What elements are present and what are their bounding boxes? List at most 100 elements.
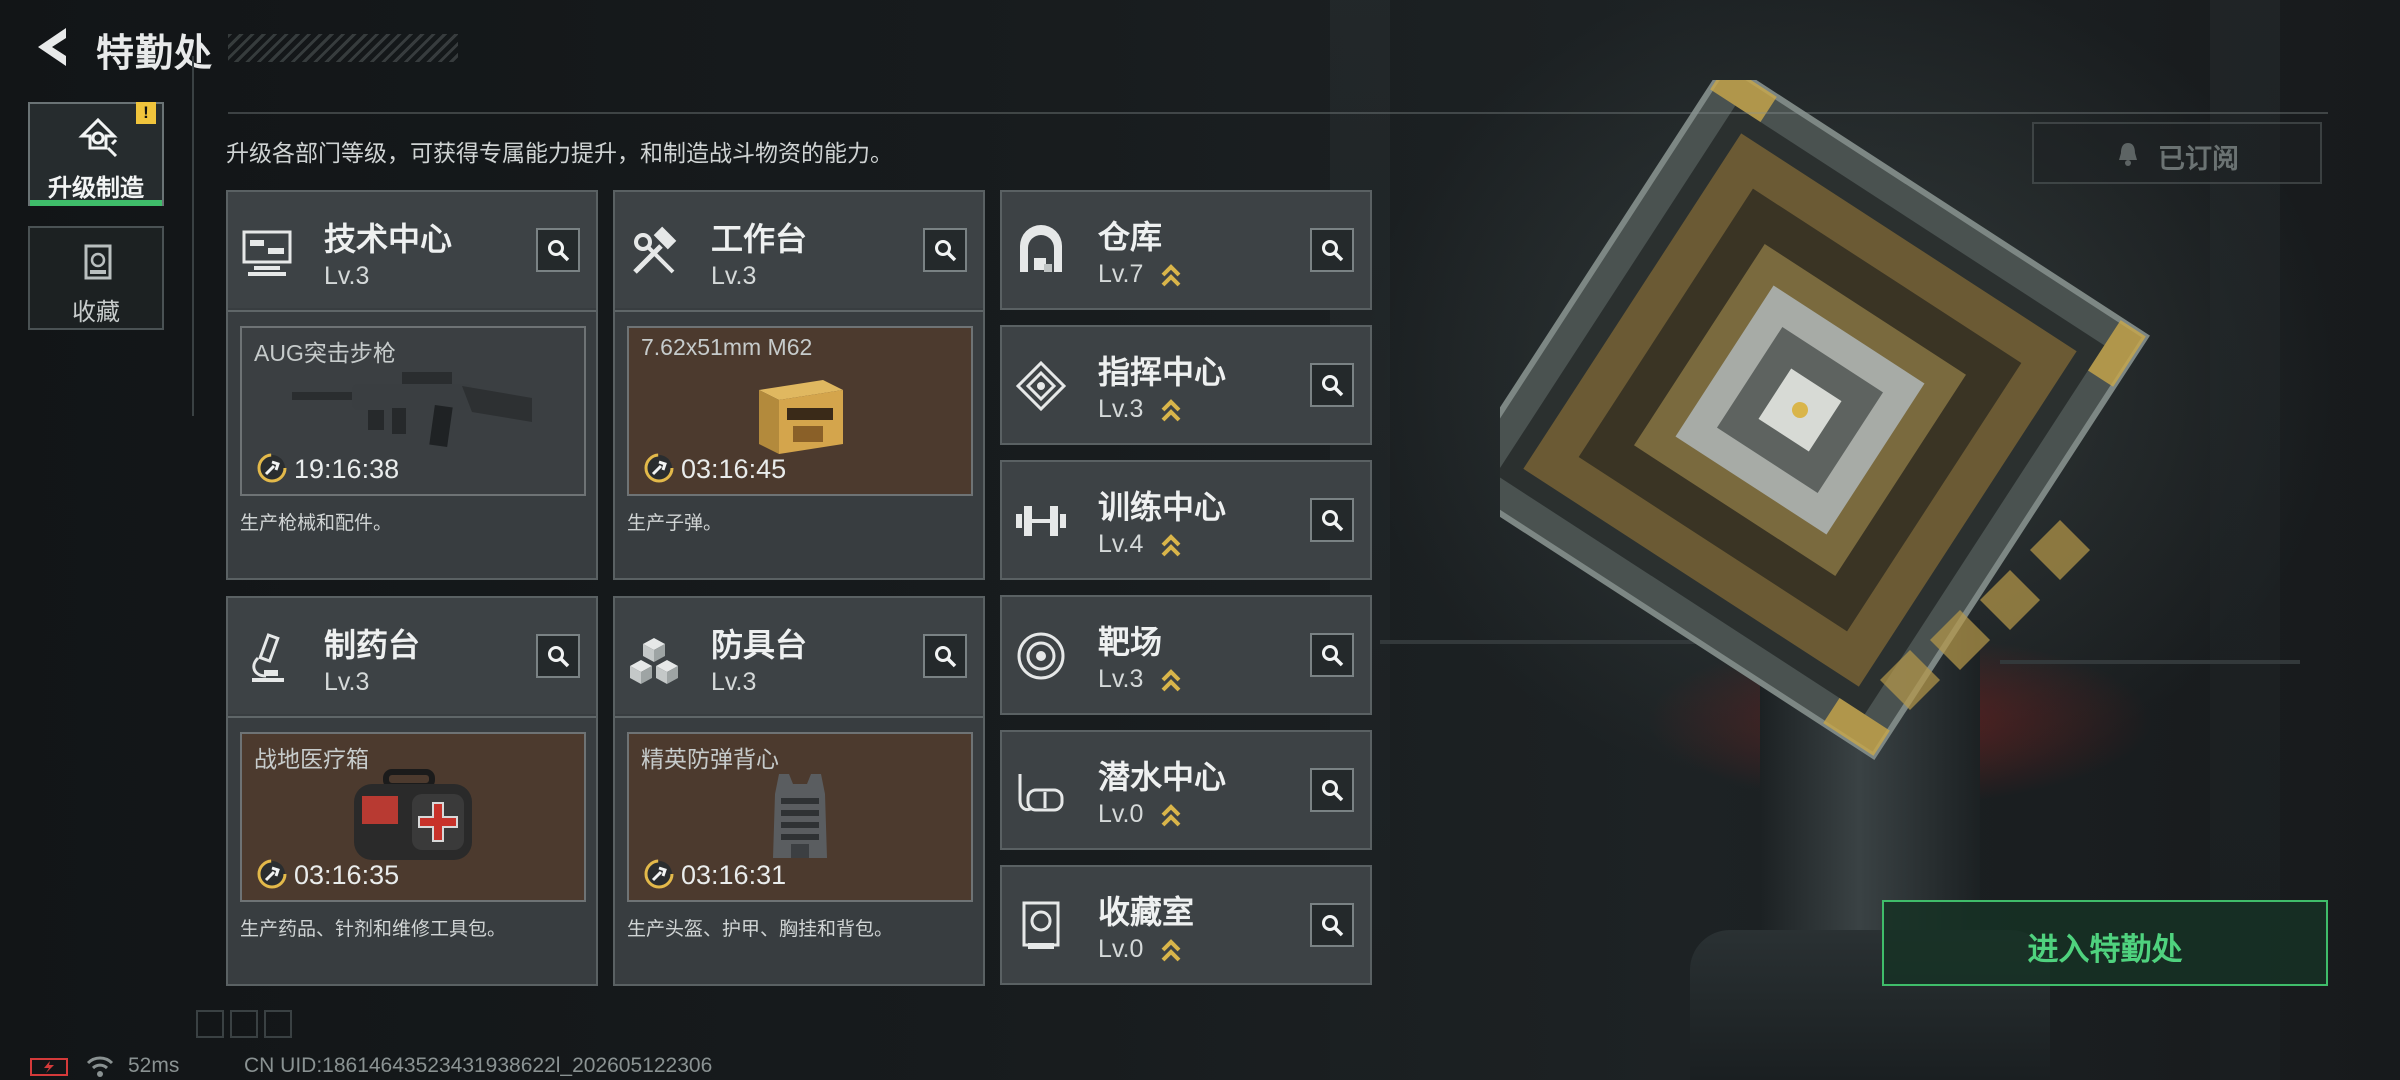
divider [192, 56, 194, 416]
subscribed-label: 已订阅 [2158, 144, 2239, 174]
inspect-button[interactable] [1310, 363, 1354, 407]
computer-icon [242, 230, 292, 276]
clock-wrench-icon [644, 859, 674, 889]
tab-upgrade-craft[interactable]: 升级制造 ! [28, 102, 164, 206]
warehouse-icon [1020, 225, 1062, 272]
upgrade-available-icon [1161, 264, 1181, 287]
production-slot[interactable]: 战地医疗箱 03:16:35 [240, 732, 586, 902]
enter-special-ops-button[interactable]: 进入特勤处 [1882, 900, 2328, 986]
network-latency: 52ms [128, 1054, 180, 1077]
microscope-icon [252, 633, 284, 682]
search-icon [1322, 645, 1344, 667]
facility-card-workbench[interactable]: 工作台 Lv.3 7.62x51mm M62 03:16:45 生产子弹。 [613, 190, 985, 580]
production-timer: 03:16:45 [681, 454, 787, 484]
facility-card-training-center[interactable]: 训练中心 Lv.4 [1000, 460, 1372, 580]
search-icon [1322, 375, 1344, 397]
search-icon [548, 646, 570, 668]
hammer-wrench-icon [633, 226, 677, 274]
active-tab-indicator [30, 200, 162, 206]
facility-name: 制药台 [324, 627, 421, 663]
divider [615, 716, 983, 718]
product-name: 精英防弹背心 [641, 746, 779, 772]
production-slot[interactable]: 精英防弹背心 03:16:31 [627, 732, 973, 902]
facility-name: 技术中心 [324, 221, 453, 257]
facility-name: 指挥中心 [1098, 354, 1227, 390]
decoration-square [264, 1010, 292, 1038]
facility-description: 生产枪械和配件。 [240, 513, 393, 534]
facility-level: Lv.0 [1098, 800, 1144, 828]
search-icon [548, 240, 570, 262]
rifle-image [292, 372, 532, 448]
divider [615, 310, 983, 312]
production-slot[interactable]: 7.62x51mm M62 03:16:45 [627, 326, 973, 496]
upgrade-available-icon [1161, 804, 1181, 827]
facility-name: 工作台 [711, 221, 808, 257]
clock-wrench-icon [257, 453, 287, 483]
target-icon [1017, 632, 1065, 680]
facility-description: 生产子弹。 [627, 513, 723, 534]
search-icon [935, 240, 957, 262]
facility-card-command-center[interactable]: 指挥中心 Lv.3 [1000, 325, 1372, 445]
diving-mask-icon [1018, 774, 1064, 812]
facility-card-pharmacy[interactable]: 制药台 Lv.3 战地医疗箱 03:16:35 生产药品、针剂和维修工具包。 [226, 596, 598, 986]
facility-level: Lv.3 [1098, 665, 1144, 693]
tab-label: 收藏 [72, 299, 120, 326]
facility-name: 收藏室 [1098, 894, 1195, 930]
facility-description: 生产头盔、护甲、胸挂和背包。 [627, 919, 894, 940]
facility-card-collection-room[interactable]: 收藏室 Lv.0 [1000, 865, 1372, 985]
upgrade-icon [78, 118, 118, 158]
facility-name: 潜水中心 [1098, 759, 1227, 795]
facility-card-diving-center[interactable]: 潜水中心 Lv.0 [1000, 730, 1372, 850]
facility-name: 防具台 [711, 627, 808, 663]
facility-card-warehouse[interactable]: 仓库 Lv.7 [1000, 190, 1372, 310]
subscribed-button[interactable]: 已订阅 [2032, 122, 2322, 184]
back-button[interactable] [26, 22, 78, 72]
inspect-button[interactable] [923, 634, 967, 678]
facility-level: Lv.0 [1098, 935, 1144, 963]
facility-card-tech-center[interactable]: 技术中心 Lv.3 AUG突击步枪 19:16:38 生产枪械和配件。 [226, 190, 598, 580]
inspect-button[interactable] [923, 228, 967, 272]
production-timer: 19:16:38 [294, 454, 400, 484]
page-title: 特勤处 [96, 33, 214, 75]
title-decoration [228, 34, 458, 62]
tab-label: 升级制造 [48, 175, 144, 202]
decoration-square [230, 1010, 258, 1038]
battery-icon [30, 1058, 68, 1076]
upgrade-available-icon [1161, 534, 1181, 557]
decoration-square [196, 1010, 224, 1038]
facility-description: 生产药品、针剂和维修工具包。 [240, 919, 507, 940]
upgrade-available-icon [1161, 399, 1181, 422]
inspect-button[interactable] [1310, 633, 1354, 677]
search-icon [1322, 240, 1344, 262]
ammo-box-image [759, 380, 843, 454]
inspect-button[interactable] [1310, 498, 1354, 542]
facility-card-armor-bench[interactable]: 防具台 Lv.3 精英防弹背心 03:16:31 生产头盔、护甲、胸挂和背包。 [613, 596, 985, 986]
divider [228, 716, 596, 718]
inspect-button[interactable] [1310, 768, 1354, 812]
facility-card-shooting-range[interactable]: 靶场 Lv.3 [1000, 595, 1372, 715]
production-slot[interactable]: AUG突击步枪 19:16:38 [240, 326, 586, 496]
search-icon [935, 646, 957, 668]
search-icon [1322, 510, 1344, 532]
clock-wrench-icon [644, 453, 674, 483]
production-timer: 03:16:31 [681, 860, 787, 890]
tab-collection[interactable]: 收藏 [28, 226, 164, 330]
facility-name: 仓库 [1098, 219, 1163, 255]
medkit-image [354, 769, 472, 860]
inspect-button[interactable] [1310, 228, 1354, 272]
inspect-button[interactable] [536, 634, 580, 678]
facility-name: 训练中心 [1098, 489, 1227, 525]
armor-blocks-icon [630, 638, 678, 684]
back-arrow-icon [38, 28, 66, 66]
dumbbell-icon [1016, 506, 1066, 536]
facility-level: Lv.7 [1098, 260, 1144, 288]
inspect-button[interactable] [536, 228, 580, 272]
clock-wrench-icon [257, 859, 287, 889]
facility-level: Lv.3 [1098, 395, 1144, 423]
inspect-button[interactable] [1310, 903, 1354, 947]
search-icon [1322, 915, 1344, 937]
wifi-icon [86, 1056, 114, 1077]
facility-level: Lv.3 [324, 668, 370, 696]
enter-button-label: 进入特勤处 [2027, 932, 2183, 967]
collection-room-icon [1022, 901, 1060, 949]
